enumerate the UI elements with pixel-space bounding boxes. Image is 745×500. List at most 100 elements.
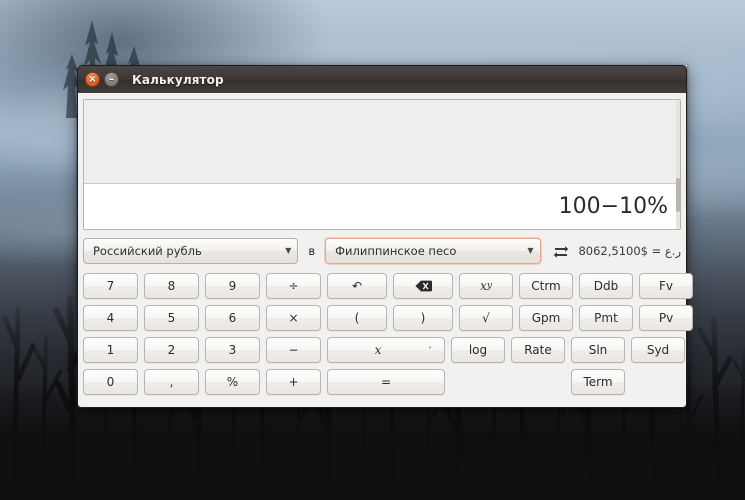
key-syd-label: Syd [646,343,670,357]
close-button[interactable]: × [85,72,100,87]
key-percent[interactable]: % [205,369,260,395]
key-add[interactable]: + [266,369,321,395]
key-3-label: 3 [228,343,237,357]
key-ddb-label: Ddb [593,279,619,293]
key-gap2 [511,369,565,395]
key-log-label: log [468,343,488,357]
key-4-label: 4 [106,311,115,325]
key-6[interactable]: 6 [205,305,260,331]
key-term[interactable]: Term [571,369,625,395]
key-2-label: 2 [167,343,176,357]
key-gpm[interactable]: Gpm [519,305,573,331]
key-backspace[interactable] [393,273,453,299]
calculator-display[interactable]: 100−10% [83,99,681,230]
key-divide[interactable]: ÷ [266,273,321,299]
key-log[interactable]: log [451,337,505,363]
key-undo[interactable]: ↶ [327,273,387,299]
key-7-label: 7 [106,279,115,293]
swap-currencies-button[interactable] [550,240,572,262]
key-decimal-label: , [169,375,174,389]
key-decimal[interactable]: , [144,369,199,395]
display-scrollbar[interactable] [676,100,680,229]
key-subtract-label: − [288,343,299,357]
key-2[interactable]: 2 [144,337,199,363]
keypad-row: 1 2 3− x ˅ log Rate Sln Syd [83,337,685,363]
key-undo-label: ↶ [351,279,363,293]
key-term-label: Term [583,375,613,389]
key-gpm-label: Gpm [531,311,561,325]
key-pmt[interactable]: Pmt [579,305,633,331]
key-9[interactable]: 9 [205,273,260,299]
key-gap [451,369,505,395]
currency-converter-row: Российский рубль ▼ в Филиппинское песо ▼ [83,238,681,264]
key-subtract[interactable]: − [266,337,321,363]
key-sqrt-label: √ [482,311,490,325]
keypad-row: 4 5 6 × () √ Gpm Pmt Pv [83,305,693,331]
key-power[interactable]: xy [459,273,513,299]
key-pv-label: Pv [658,311,674,325]
calculator-keypad: 7 8 9 ÷ ↶ x y Ctrm Ddb Fv 4 5 6 ×() √ Gpm Pmt Pv 1 2 3− x ˅ log… [83,273,693,395]
key-syd[interactable]: Syd [631,337,685,363]
key-4[interactable]: 4 [83,305,138,331]
key-multiply[interactable]: × [266,305,321,331]
display-history [84,100,680,184]
display-scrollbar-thumb[interactable] [676,178,680,212]
key-8[interactable]: 8 [144,273,199,299]
backspace-icon [414,280,432,292]
key-0[interactable]: 0 [83,369,138,395]
display-current-row: 100−10% [84,184,680,229]
close-icon: × [88,73,97,85]
desktop: × – Калькулятор 100−10% Российский рубль… [0,0,745,500]
key-percent-label: % [226,375,239,389]
key-1[interactable]: 1 [83,337,138,363]
key-equals[interactable]: = [327,369,445,395]
key-5-label: 5 [167,311,176,325]
key-ctrm[interactable]: Ctrm [519,273,573,299]
key-rate-label: Rate [524,343,552,357]
key-multiply-label: × [288,311,299,325]
key-paren-close-label: ) [420,311,426,325]
exchange-rate-text: 8062,5ر.ع = $100 [578,244,682,258]
minimize-button[interactable]: – [104,72,119,87]
currency-from-value: Российский рубль [93,244,202,258]
key-6-label: 6 [228,311,237,325]
key-sln[interactable]: Sln [571,337,625,363]
currency-from-dropdown[interactable]: Российский рубль ▼ [83,238,299,264]
key-variable[interactable]: x ˅ [327,337,445,363]
key-3[interactable]: 3 [205,337,260,363]
key-5[interactable]: 5 [144,305,199,331]
chevron-down-icon: ▼ [527,246,534,255]
currency-to-value: Филиппинское песо [335,244,457,258]
chevron-down-icon: ˅ [428,345,432,355]
window-titlebar[interactable]: × – Калькулятор [77,65,687,93]
currency-in-label: в [308,244,316,258]
key-9-label: 9 [228,279,237,293]
key-1-label: 1 [106,343,115,357]
chevron-down-icon: ▼ [285,246,292,255]
key-divide-label: ÷ [288,279,299,293]
key-pmt-label: Pmt [594,311,618,325]
key-variable-label: x [374,343,382,357]
key-ctrm-label: Ctrm [531,279,561,293]
key-8-label: 8 [167,279,176,293]
window-body: 100−10% Российский рубль ▼ в Филиппинско… [77,93,693,408]
swap-arrows-icon [553,246,568,258]
key-paren-open-label: ( [354,311,360,325]
key-rate[interactable]: Rate [511,337,565,363]
key-paren-close[interactable]: ) [393,305,453,331]
key-0-label: 0 [106,375,115,389]
calculator-window: × – Калькулятор 100−10% Российский рубль… [77,65,693,408]
key-paren-open[interactable]: ( [327,305,387,331]
keypad-row: 0,% + = Term [83,369,681,395]
key-equals-label: = [380,375,392,389]
key-7[interactable]: 7 [83,273,138,299]
key-sqrt[interactable]: √ [459,305,513,331]
key-sln-label: Sln [588,343,608,357]
key-fv[interactable]: Fv [639,273,693,299]
key-power-exponent: y [486,281,492,291]
key-pv[interactable]: Pv [639,305,693,331]
key-add-label: + [288,375,299,389]
key-ddb[interactable]: Ddb [579,273,633,299]
key-fv-label: Fv [658,279,673,293]
currency-to-dropdown[interactable]: Филиппинское песо ▼ [325,238,541,264]
